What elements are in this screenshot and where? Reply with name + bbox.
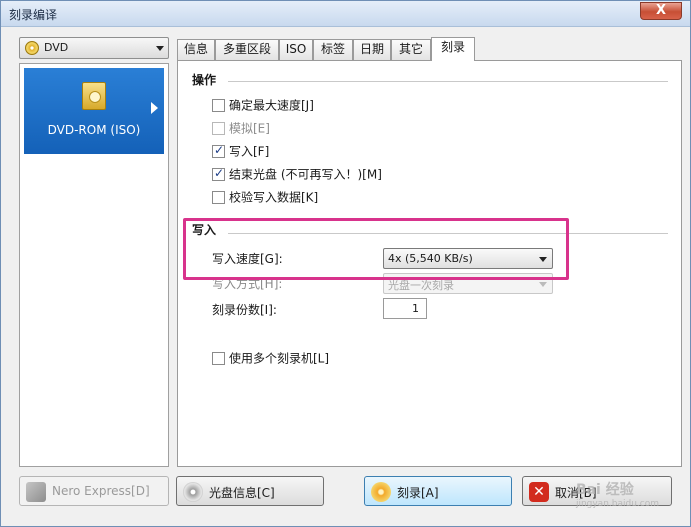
- write-checkbox[interactable]: 写入[F]: [212, 143, 269, 160]
- multi-recorder-checkbox[interactable]: 使用多个刻录机[L]: [212, 351, 329, 367]
- nero-express-icon: [26, 482, 46, 502]
- checkbox-box: [212, 352, 225, 365]
- dialog-client-area: DVD DVD-ROM (ISO) 信息 多重区段 ISO 标签 日期 其它 刻…: [7, 31, 685, 521]
- compilation-type-list: DVD-ROM (ISO): [19, 63, 169, 467]
- tab-label[interactable]: 标签: [313, 39, 353, 60]
- chevron-down-icon: [539, 282, 547, 287]
- device-type-value: DVD: [44, 41, 69, 54]
- operations-heading: 操作: [192, 73, 217, 87]
- dvd-rom-iso-icon: [82, 82, 106, 110]
- disc-icon: [25, 41, 39, 55]
- copies-input[interactable]: 1: [383, 298, 427, 319]
- title-bar[interactable]: 刻录编译 X: [1, 1, 690, 27]
- tab-burn[interactable]: 刻录: [431, 37, 475, 61]
- window-title: 刻录编译: [9, 8, 58, 22]
- chevron-down-icon: [156, 46, 164, 51]
- determine-max-speed-checkbox[interactable]: 确定最大速度[J]: [212, 98, 314, 114]
- simulate-checkbox[interactable]: 模拟[E]: [212, 121, 270, 137]
- close-button[interactable]: X: [640, 2, 682, 20]
- checkbox-box: [212, 122, 225, 135]
- nero-express-button[interactable]: Nero Express[D]: [19, 476, 169, 506]
- finalize-disc-checkbox[interactable]: 结束光盘 (不可再写入！)[M]: [212, 166, 382, 183]
- burn-button[interactable]: 刻录[A]: [364, 476, 512, 506]
- device-type-combo[interactable]: DVD: [19, 37, 169, 59]
- tab-info[interactable]: 信息: [177, 39, 215, 60]
- operations-divider: [228, 81, 668, 82]
- disc-info-icon: [183, 482, 203, 502]
- disc-info-button[interactable]: 光盘信息[C]: [176, 476, 324, 506]
- list-item-dvd-rom-iso[interactable]: DVD-ROM (ISO): [24, 68, 164, 154]
- tab-multisession[interactable]: 多重区段: [215, 39, 279, 60]
- tab-dates[interactable]: 日期: [353, 39, 391, 60]
- checkmark-icon: [212, 143, 225, 158]
- checkmark-icon: [212, 166, 225, 181]
- burn-compilation-window: 刻录编译 X DVD DVD-ROM (ISO) 信息 多重区段 ISO 标签 …: [0, 0, 691, 527]
- copies-label: 刻录份数[I]:: [212, 303, 277, 317]
- tab-misc[interactable]: 其它: [391, 39, 431, 60]
- burn-icon: [371, 482, 391, 502]
- checkbox-box: [212, 191, 225, 204]
- annotation-highlight-box: [183, 218, 569, 280]
- tab-iso[interactable]: ISO: [279, 39, 313, 60]
- chevron-right-icon: [151, 102, 158, 114]
- cancel-icon: ✕: [529, 482, 549, 502]
- list-item-label: DVD-ROM (ISO): [47, 123, 141, 137]
- watermark: Bai 经验 jingyan.baidu.com: [575, 482, 659, 509]
- verify-data-checkbox[interactable]: 校验写入数据[K]: [212, 190, 318, 206]
- checkbox-box: [212, 99, 225, 112]
